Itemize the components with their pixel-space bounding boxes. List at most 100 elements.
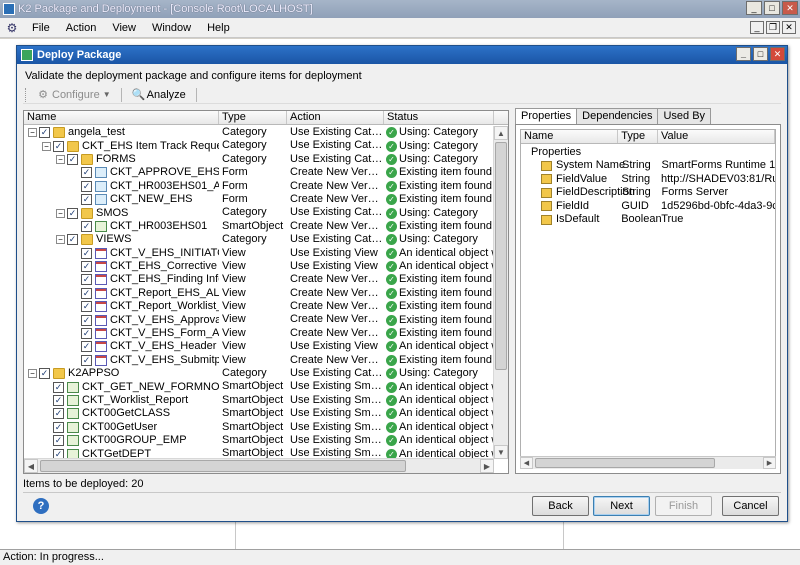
row-action[interactable]: Create New Version ... xyxy=(287,166,384,179)
scroll-up-icon[interactable]: ▲ xyxy=(494,126,508,140)
prop-column-name[interactable]: Name xyxy=(521,130,619,143)
scroll-left-icon[interactable]: ◀ xyxy=(520,457,533,469)
table-row[interactable]: ✓ CKT_APPROVE_EHSForm Create New Version .… xyxy=(24,166,494,179)
menu-help[interactable]: Help xyxy=(199,22,238,34)
collapse-icon[interactable]: − xyxy=(28,128,37,138)
table-row[interactable]: ✓ CKT00GetUser SmartObject Use Existing Sma… xyxy=(24,421,494,434)
table-row[interactable]: ✓ CKT_GET_NEW_FORMNO SmartObject Use Existi… xyxy=(24,380,494,393)
row-checkbox[interactable]: ✓ xyxy=(53,395,64,406)
table-row[interactable]: ✓ CKT_V_EHS_INITIATORView Use Existing Vie… xyxy=(24,247,494,260)
table-row[interactable]: ✓ CKT_EHS_Corrective Act...View Use Existi… xyxy=(24,260,494,273)
row-action[interactable]: Create New Version ... xyxy=(287,287,384,300)
row-checkbox[interactable]: ✓ xyxy=(81,341,92,353)
scroll-thumb[interactable] xyxy=(495,142,507,370)
menu-action[interactable]: Action xyxy=(58,22,105,34)
row-action[interactable]: Create New Version ... xyxy=(287,273,384,286)
row-action[interactable]: Use Existing SmartOb... xyxy=(287,421,384,434)
grid-horizontal-scrollbar[interactable]: ◀ ▶ xyxy=(24,458,494,473)
dialog-close-icon[interactable]: ✕ xyxy=(770,47,785,61)
collapse-icon[interactable]: − xyxy=(56,154,65,164)
scroll-right-icon[interactable]: ▶ xyxy=(480,459,494,473)
collapse-icon[interactable]: − xyxy=(28,369,37,379)
mdi-minimize-icon[interactable]: _ xyxy=(750,21,764,34)
row-action[interactable]: Create New Version ... xyxy=(287,220,384,233)
toolbar-grip[interactable] xyxy=(25,87,29,102)
table-row[interactable]: − ✓ CKT_EHS Item Track Request Category Use … xyxy=(24,139,494,152)
scroll-down-icon[interactable]: ▼ xyxy=(494,445,508,459)
row-action[interactable]: Use Existing View xyxy=(287,247,384,260)
property-row[interactable]: IsDefault Boolean True xyxy=(521,213,775,227)
scroll-thumb[interactable] xyxy=(40,460,406,472)
tab-used-by[interactable]: Used By xyxy=(657,108,712,124)
row-action[interactable]: Use Existing Category xyxy=(287,206,384,219)
table-row[interactable]: ✓ CKT_V_EHS_ApprovalPanelView Create New V… xyxy=(24,313,494,326)
table-row[interactable]: −✓VIEWSCategoryUse Existing Category✓Usi… xyxy=(24,233,494,246)
row-action[interactable]: Create New Version ... xyxy=(287,180,384,193)
grid-vertical-scrollbar[interactable]: ▲ ▼ xyxy=(493,126,508,459)
table-row[interactable]: ✓ CKT_Report_Worklist_EHSView Create New V… xyxy=(24,300,494,313)
properties-horizontal-scrollbar[interactable]: ◀ ▶ xyxy=(520,456,776,469)
console-icon[interactable]: ⚙ xyxy=(4,20,20,36)
row-action[interactable]: Use Existing SmartOb... xyxy=(287,380,384,393)
row-checkbox[interactable]: ✓ xyxy=(81,194,92,206)
minimize-icon[interactable]: _ xyxy=(746,1,762,15)
row-checkbox[interactable]: ✓ xyxy=(53,421,64,433)
table-row[interactable]: −✓SMOSCategoryUse Existing Category✓Usin… xyxy=(24,206,494,219)
table-row[interactable]: ✓ CKT_V_EHS_Form_Actio...View Create New V… xyxy=(24,327,494,340)
row-action[interactable]: Use Existing SmartOb... xyxy=(287,407,384,420)
row-checkbox[interactable]: ✓ xyxy=(67,153,78,165)
table-row[interactable]: ✓ CKT_EHS_Finding Inform...View Create New… xyxy=(24,273,494,286)
next-button[interactable]: Next xyxy=(593,496,650,516)
mdi-restore-icon[interactable]: ❐ xyxy=(766,21,780,34)
row-checkbox[interactable]: ✓ xyxy=(81,247,92,259)
prop-column-value[interactable]: Value xyxy=(658,130,775,143)
row-checkbox[interactable]: ✓ xyxy=(67,234,78,246)
dialog-maximize-icon[interactable]: □ xyxy=(753,47,768,61)
dialog-minimize-icon[interactable]: _ xyxy=(736,47,751,61)
table-row[interactable]: ✓ CKT_V_EHS_Header View Use Existing View ✓ A… xyxy=(24,340,494,353)
cancel-button[interactable]: Cancel xyxy=(722,496,779,516)
row-action[interactable]: Use Existing Category xyxy=(287,233,384,246)
property-row[interactable]: FieldDescription String Forms Server xyxy=(521,186,775,200)
column-header-status[interactable]: Status xyxy=(384,111,494,124)
row-checkbox[interactable]: ✓ xyxy=(53,381,64,393)
row-action[interactable]: Create New Version ... xyxy=(287,300,384,313)
row-checkbox[interactable]: ✓ xyxy=(39,127,50,139)
row-checkbox[interactable]: ✓ xyxy=(81,314,92,326)
mdi-close-icon[interactable]: ✕ xyxy=(782,21,796,34)
row-checkbox[interactable]: ✓ xyxy=(81,328,92,340)
row-action[interactable]: Use Existing Category xyxy=(287,126,384,139)
row-action[interactable]: Use Existing Category xyxy=(287,153,384,166)
scroll-thumb[interactable] xyxy=(535,458,715,468)
table-row[interactable]: ✓ CKT_V_EHS_SubmitpanelView Create New Ver… xyxy=(24,354,494,367)
row-checkbox[interactable]: ✓ xyxy=(81,220,92,232)
row-checkbox[interactable]: ✓ xyxy=(67,207,78,219)
row-action[interactable]: Create New Version ... xyxy=(287,313,384,326)
help-icon[interactable]: ? xyxy=(33,498,49,514)
analyze-button[interactable]: 🔍 Analyze xyxy=(128,87,190,103)
menu-view[interactable]: View xyxy=(104,22,144,34)
table-row[interactable]: ✓ CKT_Report_EHS_ALL View Create New Versio… xyxy=(24,287,494,300)
column-header-type[interactable]: Type xyxy=(219,111,287,124)
table-row[interactable]: −✓FORMSCategoryUse Existing Category✓Usi… xyxy=(24,153,494,166)
table-row[interactable]: −✓angela_testCategoryUse Existing Catego… xyxy=(24,126,494,139)
row-action[interactable]: Create New Version ... xyxy=(287,354,384,367)
row-checkbox[interactable]: ✓ xyxy=(81,287,92,299)
table-row[interactable]: ✓ CKT_Worklist_Report SmartObject Use Exist… xyxy=(24,394,494,407)
row-checkbox[interactable]: ✓ xyxy=(53,140,64,152)
tab-properties[interactable]: Properties xyxy=(515,108,578,125)
row-checkbox[interactable]: ✓ xyxy=(81,180,92,192)
row-action[interactable]: Use Existing SmartOb... xyxy=(287,434,384,447)
maximize-icon[interactable]: □ xyxy=(764,1,780,15)
table-row[interactable]: ✓ CKT00GetCLASS SmartObject Use Existing Sm… xyxy=(24,407,494,420)
scroll-right-icon[interactable]: ▶ xyxy=(763,457,776,469)
row-checkbox[interactable]: ✓ xyxy=(81,261,92,273)
configure-button[interactable]: ⚙ Configure ▼ xyxy=(33,87,115,103)
property-row[interactable]: FieldId GUID 1d5296bd-0bfc-4da3-9c11-d4 xyxy=(521,200,775,214)
table-row[interactable]: ✓ CKT00GROUP_EMP SmartObject Use Existing S… xyxy=(24,434,494,447)
tab-dependencies[interactable]: Dependencies xyxy=(576,108,659,124)
row-checkbox[interactable]: ✓ xyxy=(39,368,50,380)
row-action[interactable]: Use Existing Category xyxy=(287,139,384,152)
row-action[interactable]: Use Existing View xyxy=(287,260,384,273)
menu-file[interactable]: File xyxy=(24,22,58,34)
